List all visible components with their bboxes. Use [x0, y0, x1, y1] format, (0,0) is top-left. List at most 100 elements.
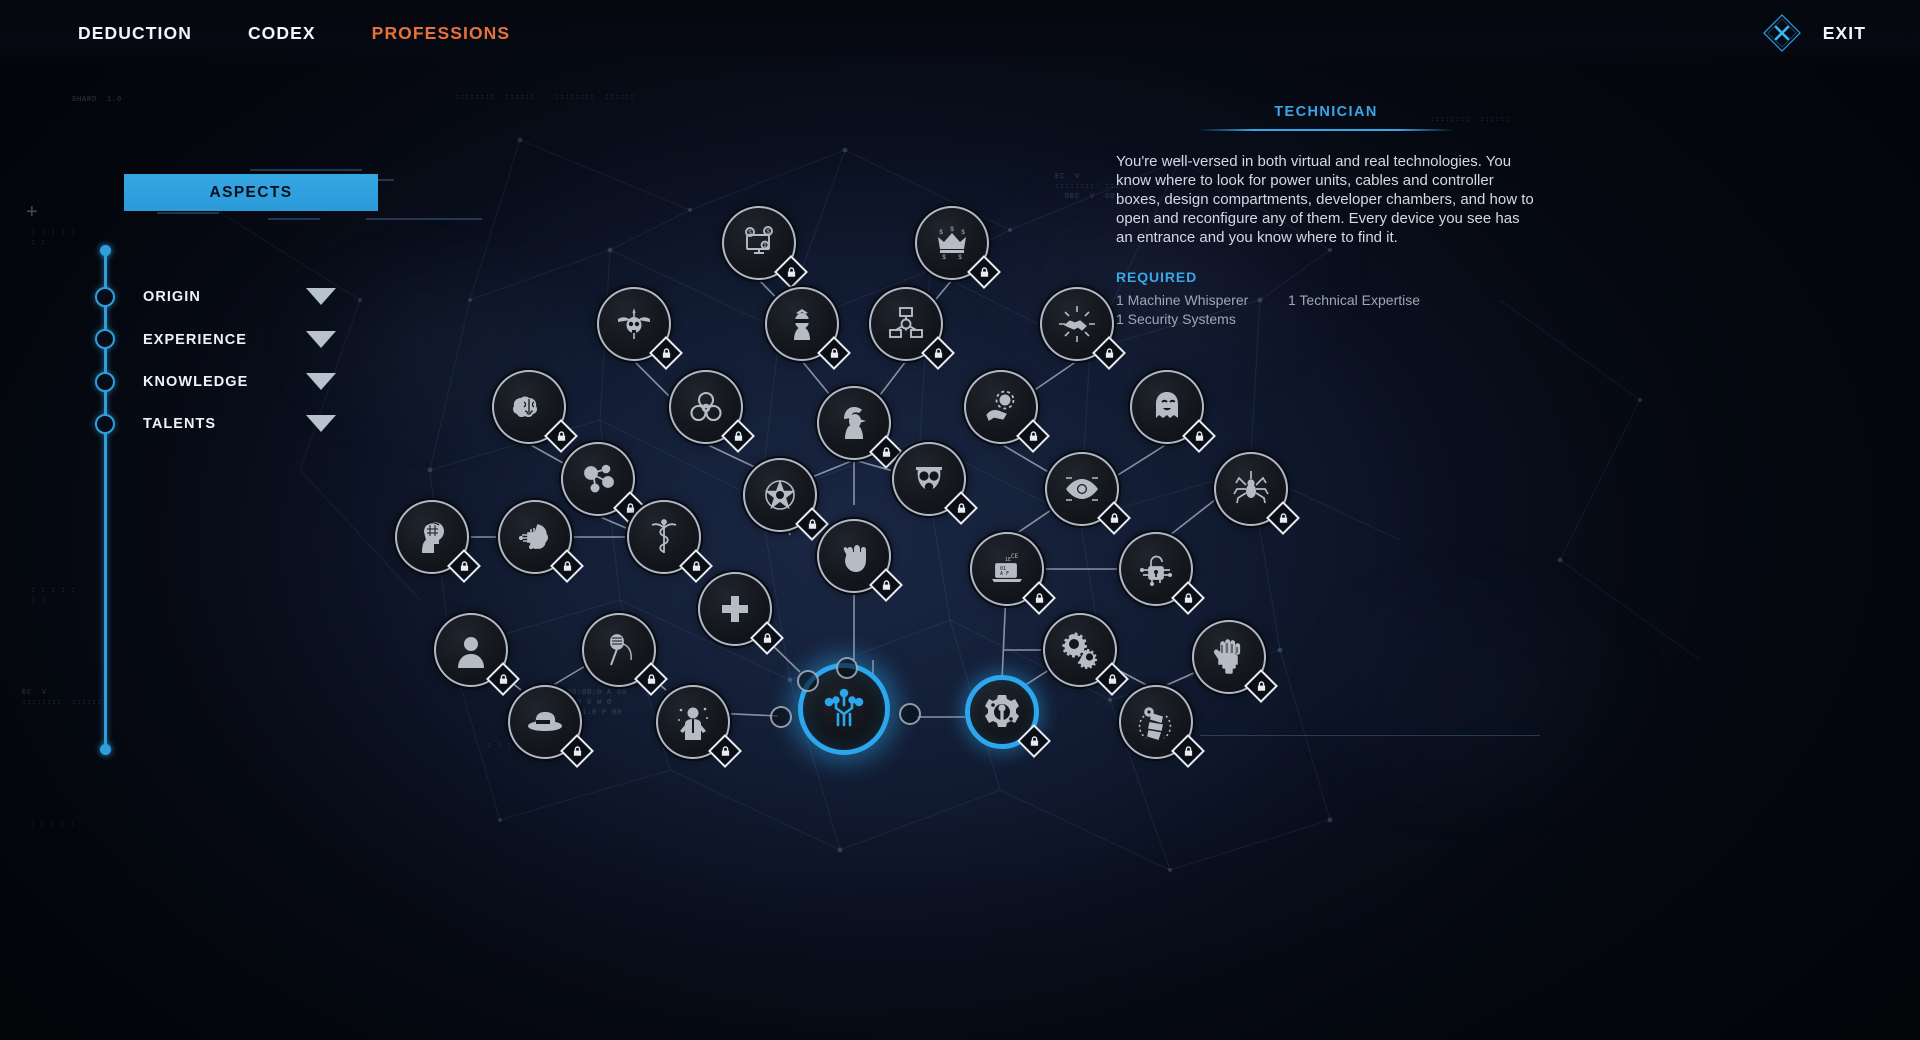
lock-icon [1171, 734, 1205, 768]
profession-title: TECHNICIAN [1274, 104, 1378, 120]
chevron-down-icon[interactable] [306, 415, 336, 432]
profession-info-panel: TECHNICIAN You're well-versed in both vi… [1116, 104, 1536, 327]
node-brain[interactable] [492, 370, 578, 453]
required-item: 1 Technical Expertise [1288, 292, 1421, 309]
pip-right-core[interactable] [899, 703, 921, 725]
node-technician-gear[interactable] [965, 675, 1051, 758]
profession-description: You're well-versed in both virtual and r… [1116, 153, 1534, 246]
node-winged-skull[interactable] [597, 287, 683, 370]
rail-line [104, 250, 107, 750]
node-eye[interactable] [1045, 452, 1131, 535]
rail-node-knowledge[interactable] [95, 372, 115, 392]
chevron-down-icon[interactable] [306, 331, 336, 348]
aspect-category-experience[interactable]: EXPERIENCE [143, 327, 363, 353]
required-label: REQUIRED [1116, 269, 1198, 286]
svg-text:$: $ [950, 227, 954, 233]
lock-icon [560, 734, 594, 768]
node-gas-mask[interactable] [892, 442, 978, 525]
lock-icon [967, 255, 1001, 289]
aspects-progress-rail [95, 240, 115, 760]
node-robot-arm[interactable] [1119, 685, 1205, 768]
lock-icon [1097, 501, 1131, 535]
lock-icon [869, 568, 903, 602]
lock-icon [1182, 419, 1216, 453]
node-medical-cross[interactable] [698, 572, 784, 655]
pip-center-stem[interactable] [836, 657, 858, 679]
node-head-anatomy[interactable] [395, 500, 481, 583]
lock-icon [550, 549, 584, 583]
node-fedora-hat[interactable] [508, 685, 594, 768]
aspect-category-knowledge[interactable]: KNOWLEDGE [143, 369, 363, 395]
aspects-button[interactable]: ASPECTS [124, 174, 378, 211]
node-biohazard[interactable] [669, 370, 755, 453]
node-microphone[interactable] [582, 613, 668, 696]
aspect-category-label: EXPERIENCE [143, 332, 247, 348]
aspect-category-talents[interactable]: TALENTS [143, 411, 363, 437]
node-hooded-figure[interactable] [817, 386, 903, 469]
top-navigation-bar: DEDUCTION CODEX PROFESSIONS EXIT [0, 0, 1920, 66]
node-laptop-code[interactable]: 01 A F CE 1E [970, 532, 1056, 615]
node-raised-fist[interactable] [817, 519, 903, 602]
lock-icon [921, 336, 955, 370]
svg-text:$: $ [942, 255, 946, 261]
nav-item-codex[interactable]: CODEX [248, 23, 316, 44]
chevron-down-icon[interactable] [306, 288, 336, 305]
rail-node-talents[interactable] [95, 414, 115, 434]
node-person-silhouette[interactable] [434, 613, 520, 696]
svg-text:CE: CE [1011, 553, 1019, 560]
exit-label: EXIT [1822, 22, 1866, 43]
professions-screen: + : : : : : : : : : : : : : : EC V :::::… [0, 0, 1920, 1040]
lock-icon [721, 419, 755, 453]
node-crown-money[interactable]: $ $ $ $ $ [915, 206, 1001, 289]
node-caduceus[interactable] [627, 500, 713, 583]
lock-icon [774, 255, 808, 289]
node-cyber-brain[interactable] [498, 500, 584, 583]
node-monitor-money[interactable]: $ $ $ [722, 206, 808, 289]
node-gears[interactable] [1043, 613, 1129, 696]
aspect-category-label: TALENTS [143, 416, 217, 432]
pip-left-lower[interactable] [797, 670, 819, 692]
node-star-badge[interactable] [743, 458, 829, 541]
node-cyber-hand[interactable] [1192, 620, 1278, 703]
node-spider[interactable] [1214, 452, 1300, 535]
node-cyber-unlock[interactable] [1119, 532, 1205, 615]
node-network[interactable] [869, 287, 955, 370]
aspect-category-label: KNOWLEDGE [143, 374, 249, 390]
rail-dot-bottom [99, 744, 111, 755]
lock-icon [708, 734, 742, 768]
rail-node-origin[interactable] [95, 287, 115, 307]
lock-icon [1244, 669, 1278, 703]
required-item: 1 Machine Whisperer [1116, 292, 1249, 309]
lock-icon [944, 491, 978, 525]
nav-items: DEDUCTION CODEX PROFESSIONS [78, 23, 510, 44]
lock-icon [1016, 419, 1050, 453]
rail-dot-top [99, 245, 111, 256]
node-hand-orb[interactable] [964, 370, 1050, 453]
lock-icon [447, 549, 481, 583]
aspect-category-label: ORIGIN [143, 289, 201, 305]
skill-tree[interactable]: $ $ $ $ $ $ $ $ 01 A F CE 1E [0, 0, 1920, 1040]
rail-node-experience[interactable] [95, 329, 115, 349]
pip-left-core[interactable] [770, 706, 792, 728]
lock-icon [817, 336, 851, 370]
svg-text:$: $ [939, 230, 943, 236]
nav-item-deduction[interactable]: DEDUCTION [78, 23, 192, 44]
svg-text:$: $ [958, 255, 962, 261]
exit-button[interactable]: EXIT [1759, 0, 1866, 66]
node-masked-figure[interactable] [765, 287, 851, 370]
svg-text:$: $ [961, 230, 965, 236]
svg-text:1E: 1E [1005, 557, 1011, 563]
required-item: 1 Security Systems [1116, 310, 1236, 327]
node-molecule[interactable] [561, 442, 647, 525]
nav-item-professions[interactable]: PROFESSIONS [372, 23, 511, 44]
lock-icon [750, 621, 784, 655]
lock-icon [1022, 581, 1056, 615]
aspect-category-origin[interactable]: ORIGIN [143, 284, 363, 310]
node-handshake[interactable] [1040, 287, 1126, 370]
chevron-down-icon[interactable] [306, 373, 336, 390]
close-diamond-icon [1759, 10, 1805, 56]
node-ghost[interactable] [1130, 370, 1216, 453]
node-presenter[interactable] [656, 685, 742, 768]
svg-text:A F: A F [1000, 571, 1009, 577]
required-item [1288, 311, 1536, 328]
